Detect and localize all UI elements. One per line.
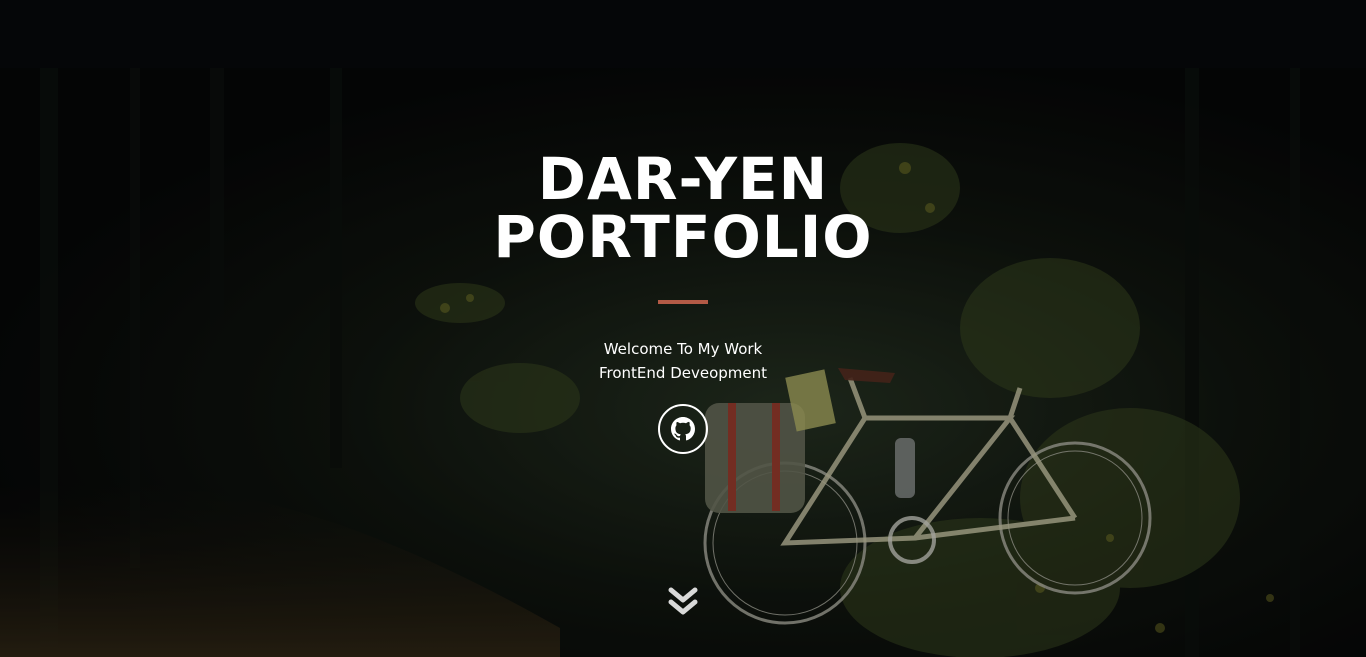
- subtitle-line-1: Welcome To My Work: [603, 340, 763, 358]
- scroll-down-button[interactable]: [667, 586, 699, 622]
- hero-subtitle: Welcome To My Work FrontEnd Deveopment: [483, 337, 883, 385]
- page: DAR-YEN PORTFOLIO Welcome To My Work Fro…: [0, 0, 1366, 657]
- title-line-2: PORTFOLIO: [493, 203, 873, 271]
- github-icon: [671, 417, 695, 441]
- title-line-1: DAR-YEN: [537, 145, 829, 213]
- title-divider: [658, 300, 708, 304]
- hero-content: DAR-YEN PORTFOLIO Welcome To My Work Fro…: [0, 0, 1366, 657]
- subtitle-line-2: FrontEnd Deveopment: [598, 364, 768, 382]
- page-title: DAR-YEN PORTFOLIO: [383, 150, 983, 266]
- double-chevron-down-icon: [668, 587, 698, 615]
- github-link-button[interactable]: [658, 404, 708, 454]
